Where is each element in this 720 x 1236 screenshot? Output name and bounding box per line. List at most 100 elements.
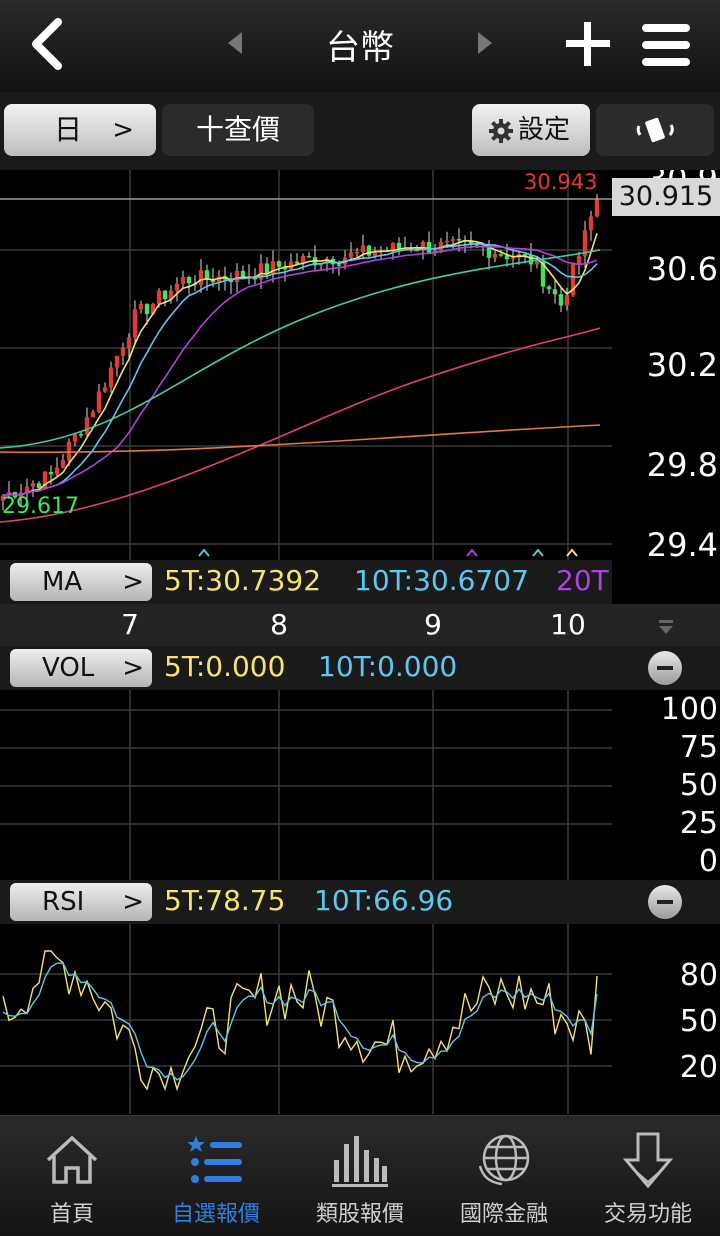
nav-sector-quotes[interactable]: 類股報價	[288, 1116, 432, 1236]
candle-body	[114, 355, 120, 368]
candle-body	[534, 261, 540, 265]
candle-body	[30, 483, 36, 487]
vol-axis-label: 0	[698, 844, 718, 879]
candle-body	[354, 252, 360, 254]
date-label: 7	[121, 608, 139, 641]
vol10-value: 10T:0.000	[318, 650, 458, 683]
candlestick-chart[interactable]	[0, 170, 612, 560]
vol5-value: 5T:0.000	[164, 650, 286, 683]
rsi-selector-button[interactable]: RSI >	[10, 883, 152, 921]
candle-body	[396, 242, 402, 249]
ma10-value: 10T:30.6707	[354, 564, 529, 597]
rotate-icon	[636, 117, 674, 143]
candle-body	[276, 261, 282, 267]
ma-selector-button[interactable]: MA >	[10, 563, 152, 601]
nav-home[interactable]: 首頁	[0, 1116, 144, 1236]
candle-body	[72, 434, 78, 442]
rsi-button-label: RSI	[42, 887, 85, 917]
rsi-axis-label: 50	[679, 1004, 718, 1039]
candle-body	[492, 254, 498, 258]
candle-body	[120, 348, 126, 356]
gear-icon	[489, 119, 513, 143]
bar-chart-icon	[332, 1136, 388, 1187]
vol-axis-label: 25	[679, 806, 718, 841]
top-bar: 台幣	[0, 0, 720, 93]
bottom-navigation: 首頁 自選報價 類股報價 國際金融 交易功能	[0, 1115, 720, 1236]
candle-body	[336, 264, 342, 266]
menu-icon[interactable]	[640, 20, 692, 70]
candle-body	[444, 240, 450, 243]
rsi-axis: 80 50 20	[612, 924, 720, 1114]
date-label: 9	[424, 608, 442, 641]
rsi10-value: 10T:66.96	[314, 884, 454, 917]
settings-button[interactable]: 設定	[472, 104, 590, 156]
candle-body	[510, 257, 516, 260]
moving-average-line	[2, 242, 598, 497]
nav-label: 類股報價	[315, 1202, 404, 1227]
candle-body	[102, 387, 108, 392]
globe-icon	[478, 1134, 530, 1186]
next-arrow-icon[interactable]	[476, 30, 494, 56]
current-price-tag: 30.915	[612, 178, 720, 216]
candle-body	[576, 256, 582, 264]
candle-body	[84, 417, 90, 435]
candle-body	[558, 294, 564, 306]
candle-body	[594, 199, 600, 217]
rsi-chart[interactable]	[0, 924, 612, 1114]
add-icon[interactable]	[562, 18, 614, 70]
candle-body	[66, 441, 72, 461]
vol-axis-label: 75	[679, 730, 718, 765]
price-axis-label: 30.6	[646, 250, 718, 288]
rsi5-value: 5T:78.75	[164, 884, 286, 917]
candle-body	[234, 270, 240, 283]
volume-chart[interactable]	[0, 690, 612, 880]
nav-label: 首頁	[49, 1202, 94, 1227]
collapse-arrow-icon[interactable]	[656, 618, 676, 636]
nav-international-finance[interactable]: 國際金融	[432, 1116, 576, 1236]
low-price-label: 29.617	[2, 494, 79, 519]
moving-average-line	[0, 424, 601, 454]
candle-body	[552, 289, 558, 295]
rotate-screen-button[interactable]	[596, 104, 714, 156]
crosshair-query-button[interactable]: 十查價	[162, 104, 314, 156]
candle-body	[450, 239, 456, 241]
moving-average-line	[0, 327, 601, 523]
rsi-line	[2, 962, 598, 1081]
ma5-value: 5T:30.7392	[164, 564, 322, 597]
candle-body	[138, 304, 144, 310]
moving-average-line	[0, 249, 601, 449]
candle-body	[348, 252, 354, 258]
candle-body	[198, 270, 204, 285]
candle-body	[60, 460, 66, 468]
candle-body	[78, 434, 84, 436]
remove-indicator-icon[interactable]	[648, 651, 682, 685]
date-label: 10	[550, 608, 586, 641]
candle-body	[144, 304, 150, 315]
volume-axis: 100 75 50 25 0	[612, 690, 720, 880]
nav-trading[interactable]: 交易功能	[576, 1116, 720, 1236]
period-selector-button[interactable]: 日 >	[4, 104, 156, 156]
nav-label: 交易功能	[603, 1202, 692, 1227]
price-axis: 30.9 30.6 30.2 29.8 29.4 30.915	[612, 170, 720, 560]
nav-label: 國際金融	[459, 1202, 548, 1227]
candle-body	[360, 245, 366, 253]
candle-body	[588, 216, 594, 231]
settings-label: 設定	[518, 115, 571, 145]
axis-spacer	[612, 560, 720, 604]
remove-indicator-icon[interactable]	[648, 885, 682, 919]
price-axis-label: 29.8	[646, 446, 718, 484]
watchlist-icon	[187, 1136, 242, 1183]
price-axis-label: 29.4	[646, 526, 718, 560]
vol-selector-button[interactable]: VOL >	[10, 649, 152, 687]
chevron-right-icon: >	[122, 567, 144, 597]
rsi-axis-label: 80	[679, 958, 718, 993]
candle-body	[486, 247, 492, 258]
candle-body	[528, 254, 534, 265]
crossover-marker-icon	[532, 548, 544, 557]
nav-watchlist[interactable]: 自選報價	[144, 1116, 288, 1236]
date-label: 8	[270, 608, 288, 641]
candle-body	[204, 270, 210, 279]
crossover-marker-icon	[198, 548, 210, 557]
candle-body	[264, 263, 270, 274]
vol-button-label: VOL	[42, 653, 95, 683]
